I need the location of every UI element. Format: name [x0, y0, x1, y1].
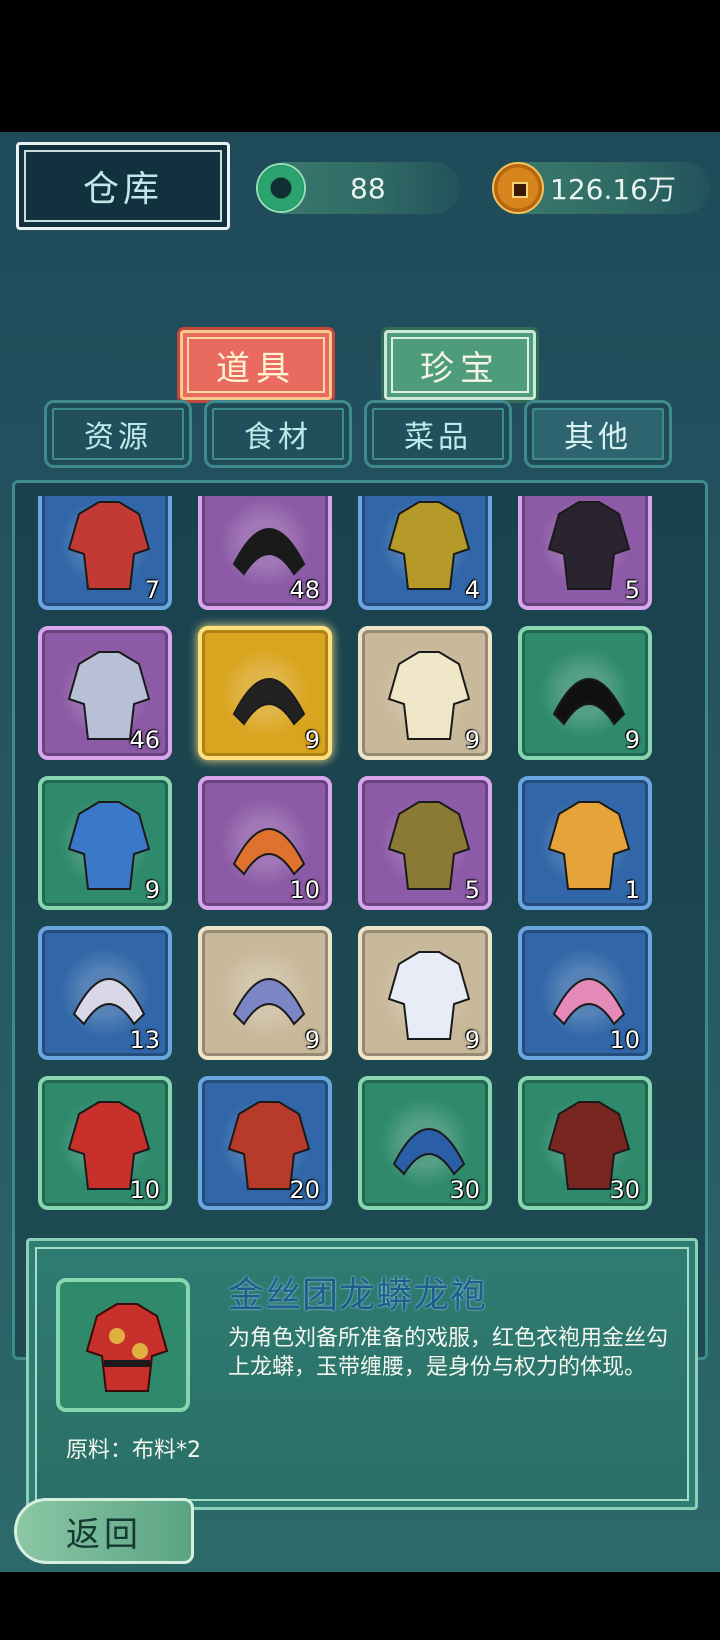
item-quantity: 48	[289, 576, 320, 604]
item-quantity: 4	[464, 576, 480, 604]
inventory-item[interactable]: 9	[38, 776, 172, 910]
inventory-item[interactable]: 4	[358, 496, 492, 610]
jade-counter: 88	[256, 162, 460, 214]
item-quantity: 9	[304, 1026, 320, 1054]
inventory-item[interactable]: 5	[358, 776, 492, 910]
item-quantity: 5	[464, 876, 480, 904]
item-quantity: 7	[144, 576, 160, 604]
black-headband-icon	[552, 678, 626, 726]
coin-counter: 126.16万	[492, 162, 710, 214]
item-quantity: 30	[609, 1176, 640, 1204]
inventory-item[interactable]: 10	[518, 926, 652, 1060]
detail-item-name: 金丝团龙蟒龙袍	[228, 1275, 488, 1316]
inventory-item[interactable]: 9	[358, 626, 492, 760]
gold-armor-icon	[387, 801, 471, 890]
cream-robe-icon	[387, 651, 471, 740]
item-quantity: 13	[129, 1026, 160, 1054]
subtab-ingredients[interactable]: 食材	[204, 400, 352, 468]
jade-icon	[256, 163, 306, 213]
tab-props[interactable]: 道具	[180, 330, 332, 400]
page-title-plate: 仓库	[16, 142, 230, 230]
inventory-item[interactable]: 46	[38, 626, 172, 760]
detail-item-frame	[56, 1278, 190, 1412]
blue-costume-icon	[67, 801, 151, 890]
dragon-robe-icon	[85, 1303, 169, 1392]
item-quantity: 10	[289, 876, 320, 904]
jade-value: 88	[350, 171, 386, 205]
inventory-item[interactable]: 13	[38, 926, 172, 1060]
black-helmet-icon	[232, 678, 306, 726]
coin-value: 126.16万	[550, 173, 676, 206]
tab-treasure[interactable]: 珍宝	[384, 330, 536, 400]
detail-item-description: 为角色刘备所准备的戏服，红色衣袍用金丝勾上龙蟒，玉带缠腰，是身份与权力的体现。	[228, 1326, 669, 1380]
silver-crown-icon	[232, 978, 306, 1026]
inventory-item[interactable]: 1	[518, 776, 652, 910]
inventory-item[interactable]: 5	[518, 496, 652, 610]
inventory-grid: 7 48 4 5 46 9 9 9 9 10 5 1 13 9 9 10 10 20 30 30	[38, 496, 652, 1210]
colorful-costume-icon	[547, 801, 631, 890]
inventory-item[interactable]: 9	[518, 626, 652, 760]
item-quantity: 9	[464, 726, 480, 754]
item-quantity: 30	[449, 1176, 480, 1204]
inventory-scroll[interactable]: 7 48 4 5 46 9 9 9 9 10 5 1 13 9 9 10 10 20 30 30	[38, 496, 678, 1316]
nav-bar-area	[0, 1572, 720, 1640]
black-robe-icon	[547, 501, 631, 590]
back-button[interactable]: 返回	[14, 1498, 194, 1564]
item-quantity: 10	[609, 1026, 640, 1054]
page-title: 仓库	[82, 169, 163, 210]
inventory-item[interactable]: 9	[358, 926, 492, 1060]
coin-icon	[492, 162, 544, 214]
subtab-resources[interactable]: 资源	[44, 400, 192, 468]
item-quantity: 5	[624, 576, 640, 604]
inventory-item[interactable]: 9	[198, 626, 332, 760]
item-quantity: 10	[129, 1176, 160, 1204]
detail-item-material: 原料：布料*2	[66, 1438, 201, 1463]
inventory-item[interactable]: 30	[358, 1076, 492, 1210]
inventory-item[interactable]: 10	[198, 776, 332, 910]
inventory-item[interactable]: 9	[198, 926, 332, 1060]
item-quantity: 9	[144, 876, 160, 904]
inventory-item[interactable]: 30	[518, 1076, 652, 1210]
item-quantity: 1	[624, 876, 640, 904]
red-robe-icon	[67, 501, 151, 590]
inventory-item[interactable]: 20	[198, 1076, 332, 1210]
status-bar-area	[0, 0, 720, 132]
inventory-item[interactable]: 7	[38, 496, 172, 610]
warehouse-screen: 仓库 88 126.16万 道具 珍宝 资源 食材 菜品 其他 7 48 4 5 46 9…	[0, 132, 720, 1572]
item-quantity: 20	[289, 1176, 320, 1204]
inventory-item[interactable]: 48	[198, 496, 332, 610]
blue-white-robe-icon	[387, 951, 471, 1040]
yellow-robe-icon	[387, 501, 471, 590]
item-quantity: 9	[304, 726, 320, 754]
subtab-dishes[interactable]: 菜品	[364, 400, 512, 468]
subtab-other[interactable]: 其他	[524, 400, 672, 468]
item-quantity: 46	[129, 726, 160, 754]
inventory-item[interactable]: 10	[38, 1076, 172, 1210]
item-quantity: 9	[464, 1026, 480, 1054]
item-quantity: 9	[624, 726, 640, 754]
